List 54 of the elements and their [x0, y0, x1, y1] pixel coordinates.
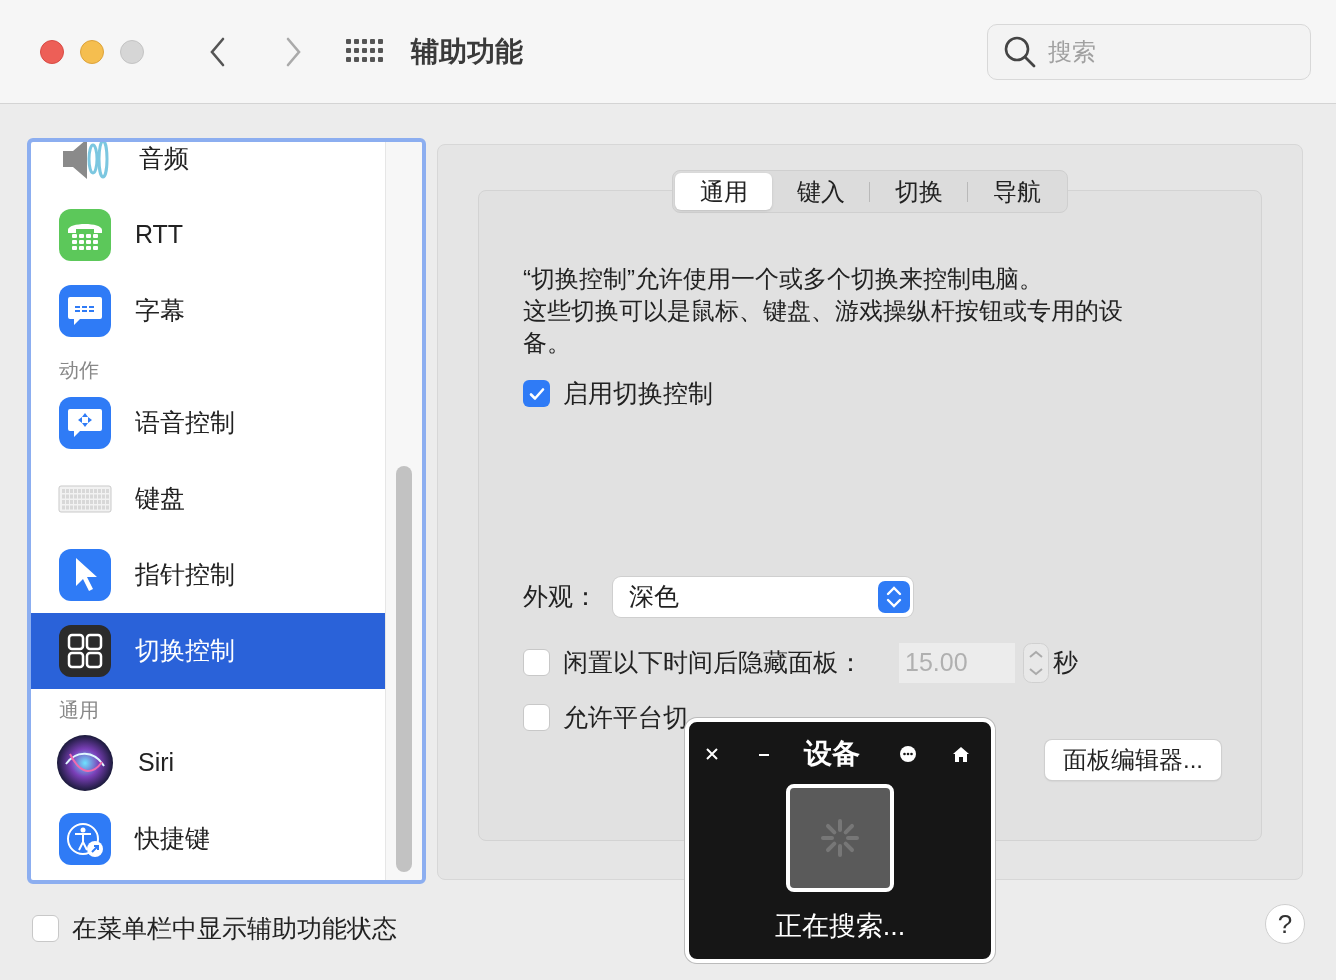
window-title: 辅助功能: [411, 34, 523, 69]
four-squares-icon: [59, 625, 111, 677]
pointer-icon: [59, 549, 111, 601]
stepper-icon[interactable]: [1023, 642, 1049, 683]
sidebar-item[interactable]: RTT: [31, 197, 385, 273]
caption-bubble-icon: [59, 285, 111, 337]
appearance-dropdown[interactable]: 深色: [613, 576, 913, 617]
speech-bubble-arrows-icon: [59, 397, 111, 449]
sidebar-section-header: 动作: [58, 358, 100, 383]
panel-title: 设备: [804, 737, 860, 771]
minimize-window-button[interactable]: [80, 39, 104, 64]
up-down-chevron-icon: [878, 580, 910, 613]
grid-icon[interactable]: [346, 38, 384, 65]
more-icon[interactable]: [900, 746, 916, 762]
checkbox[interactable]: [523, 380, 550, 408]
searching-status: 正在搜索...: [774, 910, 906, 943]
description-text: 这些切换可以是鼠标、键盘、游戏操纵杆按钮或专用的设备。: [523, 296, 1124, 358]
panel-editor-button[interactable]: 面板编辑器...: [1045, 740, 1221, 780]
sidebar-item[interactable]: 字幕: [31, 273, 385, 349]
tab[interactable]: 切换: [870, 173, 967, 210]
search-field[interactable]: 搜索: [987, 23, 1311, 80]
sidebar-item[interactable]: Siri: [31, 725, 385, 801]
seconds-label: 秒: [1053, 646, 1078, 678]
sidebar-item[interactable]: 音频: [31, 142, 385, 197]
allow-platform-label: 允许平台切: [563, 701, 688, 733]
close-icon[interactable]: [705, 747, 719, 761]
checkbox[interactable]: [523, 703, 550, 731]
close-window-button[interactable]: [40, 39, 64, 64]
tab[interactable]: 导航: [968, 173, 1065, 210]
description-text: “切换控制”允许使用一个或多个切换来控制电脑。: [523, 264, 1044, 294]
checkbox[interactable]: [523, 649, 550, 676]
sidebar-section-header: 通用: [58, 698, 100, 723]
telephone-icon: [59, 209, 111, 261]
accessibility-icon: [59, 813, 111, 865]
keyboard-icon: [58, 485, 112, 513]
help-button[interactable]: ?: [1265, 904, 1305, 944]
siri-orb-icon: [56, 734, 114, 792]
checkbox[interactable]: [32, 915, 59, 943]
tab[interactable]: 通用: [675, 173, 772, 210]
menu-bar-status-label: 在菜单栏中显示辅助功能状态: [72, 913, 397, 944]
sidebar-item[interactable]: 指针控制: [31, 537, 385, 613]
appearance-label: 外观：: [523, 580, 599, 612]
tab[interactable]: 键入: [772, 173, 869, 210]
home-icon[interactable]: [952, 745, 970, 763]
spinner-icon: [820, 818, 860, 858]
enable-label: 启用切换控制: [563, 378, 713, 409]
search-icon: [1003, 34, 1037, 69]
hide-panel-label: 闲置以下时间后隐藏面板：: [563, 646, 864, 678]
sidebar-item[interactable]: 快捷键: [31, 801, 385, 877]
sidebar-item[interactable]: 语音控制: [31, 385, 385, 461]
sidebar-item[interactable]: 键盘: [31, 461, 385, 537]
device-tile[interactable]: [786, 784, 894, 892]
scroll-thumb[interactable]: [396, 466, 412, 872]
sidebar-item[interactable]: 切换控制: [31, 613, 385, 689]
